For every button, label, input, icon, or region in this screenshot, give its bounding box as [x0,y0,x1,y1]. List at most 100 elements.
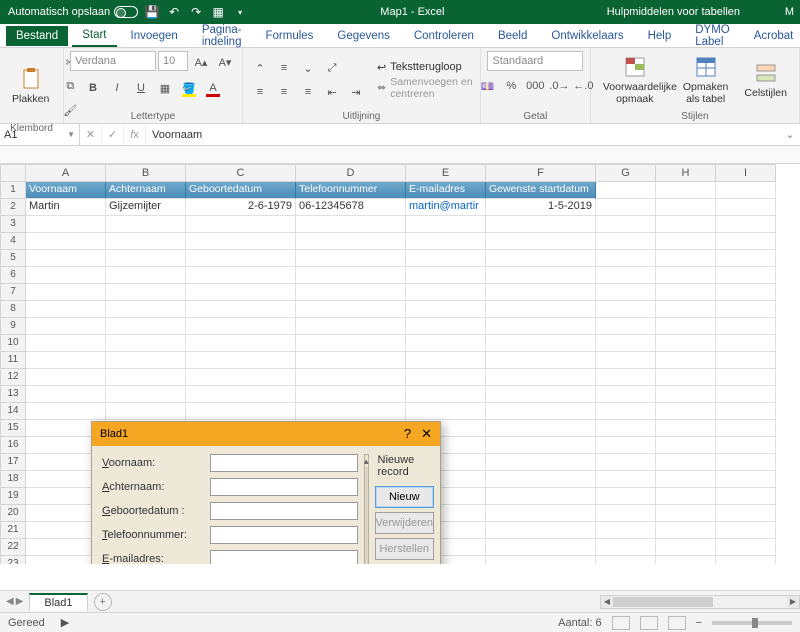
cell-C12[interactable] [186,369,296,386]
cell-I2[interactable] [716,199,776,216]
cell-I19[interactable] [716,488,776,505]
name-box-dropdown-icon[interactable]: ▼ [67,130,75,139]
italic-button[interactable]: I [106,77,128,99]
cell-B3[interactable] [106,216,186,233]
col-header-B[interactable]: B [106,164,186,182]
cell-F20[interactable] [486,505,596,522]
formula-bar-expand-icon[interactable]: ⌄ [780,124,800,145]
cell-I21[interactable] [716,522,776,539]
cell-I13[interactable] [716,386,776,403]
cell-G22[interactable] [596,539,656,556]
row-header-9[interactable]: 9 [0,318,26,335]
thousand-button[interactable]: 000 [524,75,546,97]
cell-I17[interactable] [716,454,776,471]
cell-C13[interactable] [186,386,296,403]
align-center-button[interactable]: ≡ [273,81,295,103]
cell-H20[interactable] [656,505,716,522]
cell-F22[interactable] [486,539,596,556]
cell-H6[interactable] [656,267,716,284]
tab-beeld[interactable]: Beeld [488,26,537,46]
font-size-combo[interactable]: 10 [158,51,188,71]
cell-B5[interactable] [106,250,186,267]
tab-ontwikkelaars[interactable]: Ontwikkelaars [541,26,633,46]
cell-D7[interactable] [296,284,406,301]
row-header-2[interactable]: 2 [0,199,26,216]
row-header-8[interactable]: 8 [0,301,26,318]
cell-E5[interactable] [406,250,486,267]
cell-F5[interactable] [486,250,596,267]
cell-C9[interactable] [186,318,296,335]
cell-B13[interactable] [106,386,186,403]
select-all-corner[interactable] [0,164,26,182]
row-header-21[interactable]: 21 [0,522,26,539]
cell-B9[interactable] [106,318,186,335]
cell-A1[interactable]: Voornaam [26,182,106,199]
row-header-23[interactable]: 23 [0,556,26,564]
cell-B10[interactable] [106,335,186,352]
cell-C5[interactable] [186,250,296,267]
cell-H11[interactable] [656,352,716,369]
format-as-table-button[interactable]: Opmaken als tabel [677,51,735,109]
row-header-18[interactable]: 18 [0,471,26,488]
cell-F18[interactable] [486,471,596,488]
row-header-10[interactable]: 10 [0,335,26,352]
cell-F1[interactable]: Gewenste startdatum [486,182,596,199]
row-header-1[interactable]: 1 [0,182,26,199]
fx-insert-function-button[interactable]: fx [124,124,146,145]
cell-F8[interactable] [486,301,596,318]
cell-D5[interactable] [296,250,406,267]
cell-D8[interactable] [296,301,406,318]
cell-G4[interactable] [596,233,656,250]
cell-G1[interactable] [596,182,656,199]
field-input-geboortedatum[interactable] [210,502,358,520]
cell-H21[interactable] [656,522,716,539]
cell-D6[interactable] [296,267,406,284]
horizontal-scrollbar[interactable]: ◀ ▶ [600,595,800,609]
cell-E3[interactable] [406,216,486,233]
cell-E10[interactable] [406,335,486,352]
cell-F15[interactable] [486,420,596,437]
cell-E14[interactable] [406,403,486,420]
cell-styles-button[interactable]: Celstijlen [738,57,793,103]
cell-A2[interactable]: Martin [26,199,106,216]
cell-F10[interactable] [486,335,596,352]
orientation-button[interactable]: ⤢ [321,57,343,79]
font-color-button[interactable]: A [202,77,224,99]
font-name-combo[interactable]: Verdana [70,51,156,71]
row-header-13[interactable]: 13 [0,386,26,403]
cell-D14[interactable] [296,403,406,420]
tab-formules[interactable]: Formules [255,26,323,46]
cell-C4[interactable] [186,233,296,250]
cell-D4[interactable] [296,233,406,250]
increase-font-button[interactable]: A▴ [190,51,212,73]
cell-A5[interactable] [26,250,106,267]
cell-I10[interactable] [716,335,776,352]
row-header-4[interactable]: 4 [0,233,26,250]
cell-E13[interactable] [406,386,486,403]
cell-H22[interactable] [656,539,716,556]
row-header-20[interactable]: 20 [0,505,26,522]
cell-H13[interactable] [656,386,716,403]
hscroll-thumb[interactable] [613,597,713,607]
cell-H19[interactable] [656,488,716,505]
col-header-H[interactable]: H [656,164,716,182]
cell-B1[interactable]: Achternaam [106,182,186,199]
view-normal-button[interactable] [612,616,630,630]
align-right-button[interactable]: ≡ [297,81,319,103]
decrease-indent-button[interactable]: ⇤ [321,81,343,103]
cell-F14[interactable] [486,403,596,420]
underline-button[interactable]: U [130,77,152,99]
cell-H3[interactable] [656,216,716,233]
tab-acrobat[interactable]: Acrobat [744,26,800,46]
cell-F21[interactable] [486,522,596,539]
scroll-up-icon[interactable]: ▲ [365,455,368,467]
cell-E9[interactable] [406,318,486,335]
toggle-icon[interactable] [114,6,138,18]
number-format-combo[interactable]: Standaard [487,51,583,71]
view-page-break-button[interactable] [668,616,686,630]
cell-G14[interactable] [596,403,656,420]
cell-I23[interactable] [716,556,776,564]
cell-F2[interactable]: 1-5-2019 [486,199,596,216]
cell-F11[interactable] [486,352,596,369]
cell-I4[interactable] [716,233,776,250]
